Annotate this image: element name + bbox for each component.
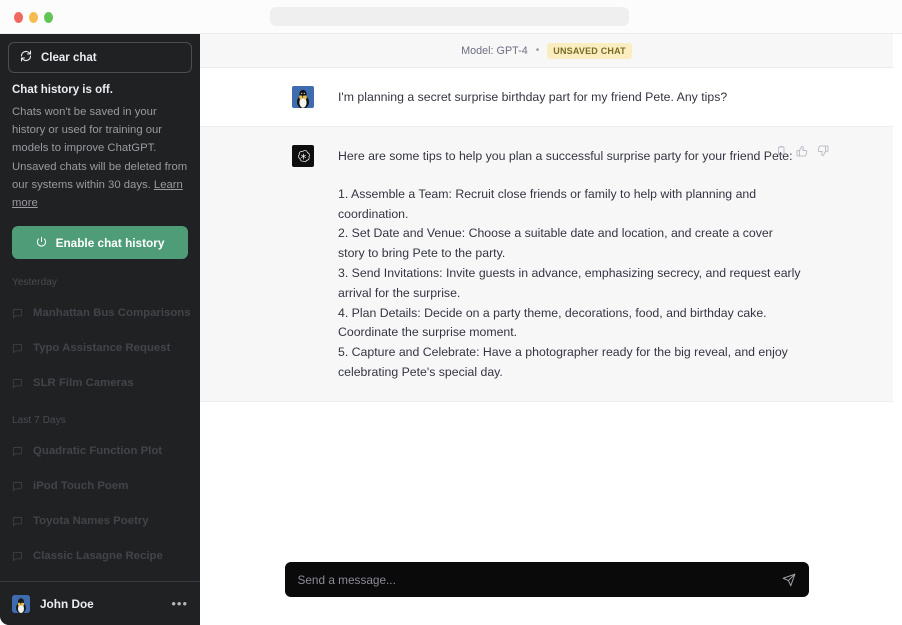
penguin-avatar xyxy=(292,86,314,108)
chat-item[interactable]: Quadratic Function Plot xyxy=(8,437,192,465)
app-window: Clear chat Chat history is off. Chats wo… xyxy=(0,34,893,625)
notice-title: Chat history is off. xyxy=(12,84,188,96)
chat-bubble-icon xyxy=(12,516,23,527)
browser-titlebar xyxy=(0,0,902,34)
refresh-icon xyxy=(20,50,32,65)
message-composer[interactable] xyxy=(285,562,809,597)
chat-item-label: Toyota Names Poetry xyxy=(33,515,149,527)
message-input[interactable] xyxy=(298,573,782,587)
ellipsis-icon[interactable]: ••• xyxy=(171,600,188,608)
chat-item[interactable]: Classic Lasagne Recipe xyxy=(8,542,192,570)
power-icon xyxy=(36,236,47,250)
status-badge: UNSAVED CHAT xyxy=(547,43,632,59)
chat-bubble-icon xyxy=(12,308,23,319)
chat-item-label: Classic Lasagne Recipe xyxy=(33,550,163,562)
chat-item-label: Typo Assistance Request xyxy=(33,342,170,354)
penguin-avatar xyxy=(12,595,30,613)
close-window-button[interactable] xyxy=(14,12,23,23)
copy-icon[interactable] xyxy=(775,145,787,157)
sidebar-user-footer[interactable]: John Doe ••• xyxy=(0,581,200,625)
enable-chat-history-label: Enable chat history xyxy=(56,236,165,250)
window-controls xyxy=(14,12,53,23)
chat-history-notice: Chat history is off. Chats won't be save… xyxy=(8,73,192,212)
user-message-text: I'm planning a secret surprise birthday … xyxy=(338,86,801,108)
composer-area xyxy=(200,562,893,625)
separator-dot: • xyxy=(536,45,540,56)
clear-chat-label: Clear chat xyxy=(41,52,97,64)
message-thread[interactable]: I'm planning a secret surprise birthday … xyxy=(200,68,893,562)
chat-bubble-icon xyxy=(12,378,23,389)
list-item: 4. Plan Details: Decide on a party theme… xyxy=(338,304,801,344)
chat-item[interactable]: SLR Film Cameras xyxy=(8,369,192,397)
chat-bubble-icon xyxy=(12,446,23,457)
list-item: 3. Send Invitations: Invite guests in ad… xyxy=(338,264,801,304)
chat-item[interactable]: Toyota Names Poetry xyxy=(8,507,192,535)
minimize-window-button[interactable] xyxy=(29,12,38,23)
notice-body: Chats won't be saved in your history or … xyxy=(12,103,188,212)
sidebar-scroll-area[interactable]: Clear chat Chat history is off. Chats wo… xyxy=(0,34,200,581)
app-root: Clear chat Chat history is off. Chats wo… xyxy=(0,0,902,625)
address-bar[interactable] xyxy=(270,7,629,26)
openai-logo-icon xyxy=(292,145,314,167)
main-panel: Model: GPT-4 • UNSAVED CHAT xyxy=(200,34,893,625)
chat-item[interactable]: Typo Assistance Request xyxy=(8,334,192,362)
assistant-intro-text: Here are some tips to help you plan a su… xyxy=(338,147,801,167)
thumbs-up-icon[interactable] xyxy=(796,145,808,157)
send-icon[interactable] xyxy=(782,573,796,587)
message-actions xyxy=(775,145,829,157)
assistant-tip-list: 1. Assemble a Team: Recruit close friend… xyxy=(338,185,801,383)
thumbs-down-icon[interactable] xyxy=(817,145,829,157)
maximize-window-button[interactable] xyxy=(44,12,53,23)
assistant-message: Here are some tips to help you plan a su… xyxy=(200,126,893,402)
chat-bubble-icon xyxy=(12,481,23,492)
sidebar: Clear chat Chat history is off. Chats wo… xyxy=(0,34,200,625)
section-label-yesterday: Yesterday xyxy=(8,259,192,292)
list-item: 1. Assemble a Team: Recruit close friend… xyxy=(338,185,801,225)
chat-item-label: Quadratic Function Plot xyxy=(33,445,162,457)
chat-item[interactable]: iPod Touch Poem xyxy=(8,472,192,500)
enable-chat-history-button[interactable]: Enable chat history xyxy=(12,226,188,259)
chat-bubble-icon xyxy=(12,343,23,354)
user-name: John Doe xyxy=(40,597,161,611)
assistant-message-body: Here are some tips to help you plan a su… xyxy=(338,145,801,383)
clear-chat-button[interactable]: Clear chat xyxy=(8,42,192,73)
chat-item-label: Manhattan Bus Comparisons xyxy=(33,307,191,319)
section-label-last-7-days: Last 7 Days xyxy=(8,397,192,430)
model-status-bar: Model: GPT-4 • UNSAVED CHAT xyxy=(200,34,893,68)
list-item: 2. Set Date and Venue: Choose a suitable… xyxy=(338,224,801,264)
list-item: 5. Capture and Celebrate: Have a photogr… xyxy=(338,343,801,383)
chat-item[interactable]: Manhattan Bus Comparisons xyxy=(8,299,192,327)
model-label: Model: GPT-4 xyxy=(461,45,528,57)
user-message: I'm planning a secret surprise birthday … xyxy=(200,68,893,126)
chat-item-label: SLR Film Cameras xyxy=(33,377,134,389)
chat-bubble-icon xyxy=(12,551,23,562)
chat-item-label: iPod Touch Poem xyxy=(33,480,128,492)
